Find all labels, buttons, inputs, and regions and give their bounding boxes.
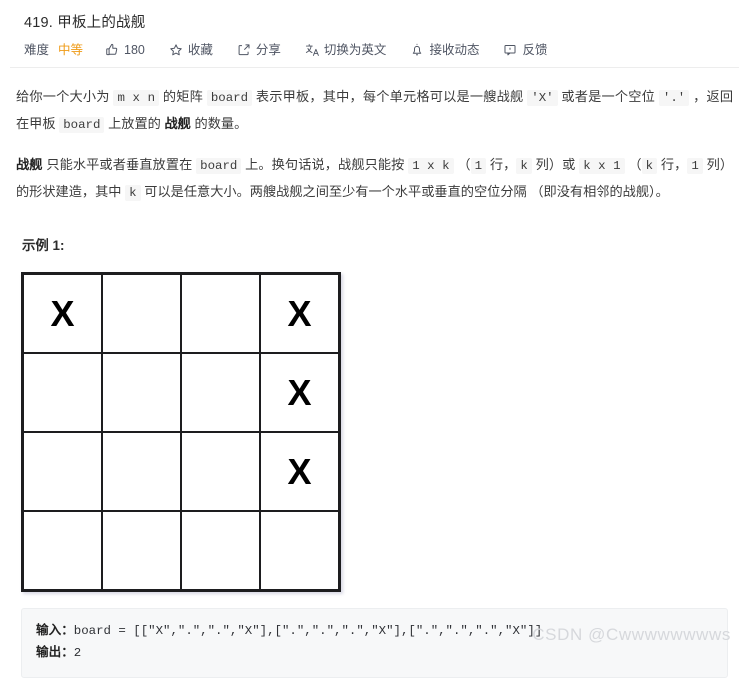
difficulty-label: 难度 bbox=[24, 42, 50, 57]
translate-label: 切换为英文 bbox=[323, 42, 387, 57]
board-grid: X X X X bbox=[21, 272, 341, 592]
desc2-text5: 列）或 bbox=[531, 157, 580, 172]
bell-icon bbox=[410, 43, 424, 57]
desc1-text2: 的矩阵 bbox=[159, 89, 207, 104]
like-button[interactable]: 180 bbox=[105, 43, 145, 57]
desc1-code4: '.' bbox=[658, 90, 690, 106]
desc2-code6: k bbox=[641, 158, 658, 174]
board-cell bbox=[101, 272, 182, 354]
favorite-button[interactable]: 收藏 bbox=[169, 43, 213, 57]
board-cell: X bbox=[259, 352, 341, 433]
feedback-label: 反馈 bbox=[522, 42, 548, 57]
feedback-button[interactable]: 反馈 bbox=[503, 43, 547, 57]
desc2-text3: （ bbox=[453, 157, 471, 172]
share-icon bbox=[237, 43, 251, 57]
action-toolbar: 难度 中等 180 收藏 分享 切换为英文 接收动态 反馈 bbox=[10, 32, 739, 57]
description-paragraph-2: 战舰 只能水平或者垂直放置在 board 上。换句话说，战舰只能按 1 x k … bbox=[16, 152, 733, 206]
board-cell bbox=[180, 510, 261, 592]
desc1-bold1: 战舰 bbox=[164, 116, 191, 131]
desc2-code8: k bbox=[125, 185, 141, 201]
page-title: 419. 甲板上的战舰 bbox=[24, 15, 146, 31]
desc1-text4: 或者是一个空位 bbox=[557, 89, 659, 104]
board-row: X bbox=[21, 431, 341, 512]
page-root: 419. 甲板上的战舰 难度 中等 180 收藏 分享 切换为英文 接收动态 反… bbox=[0, 0, 749, 678]
board-cell: X bbox=[259, 431, 341, 512]
desc2-text1: 只能水平或者垂直放置在 bbox=[42, 157, 197, 172]
board-row bbox=[21, 510, 341, 592]
example-output-line: 输出：2 bbox=[36, 642, 713, 664]
share-button[interactable]: 分享 bbox=[237, 43, 281, 57]
problem-description: 给你一个大小为 m x n 的矩阵 board 表示甲板，其中，每个单元格可以是… bbox=[10, 84, 739, 254]
desc2-text6: （ bbox=[624, 157, 642, 172]
thumbs-up-icon bbox=[105, 43, 119, 57]
desc2-text7: 行， bbox=[657, 157, 688, 172]
subscribe-button[interactable]: 接收动态 bbox=[410, 43, 479, 57]
desc2-text9: 可以是任意大小。两艘战舰之间至少有一个水平或垂直的空位分隔 （即没有相邻的战舰）… bbox=[140, 184, 669, 199]
share-label: 分享 bbox=[255, 42, 281, 57]
difficulty-badge: 难度 中等 bbox=[24, 44, 83, 57]
description-paragraph-1: 给你一个大小为 m x n 的矩阵 board 表示甲板，其中，每个单元格可以是… bbox=[16, 84, 733, 138]
feedback-icon bbox=[503, 43, 517, 57]
example-heading: 示例 1: bbox=[22, 238, 65, 253]
board-cell bbox=[21, 431, 103, 512]
desc1-text6: 上放置的 bbox=[104, 116, 165, 131]
board-cell: X bbox=[259, 272, 341, 354]
difficulty-value: 中等 bbox=[58, 42, 84, 57]
board-cell bbox=[180, 431, 261, 512]
board-cell bbox=[180, 272, 261, 354]
translate-icon bbox=[305, 43, 319, 57]
example-board-illustration: X X X X bbox=[21, 272, 739, 592]
desc1-code5: board bbox=[59, 117, 105, 133]
desc1-text7: 的数量。 bbox=[190, 116, 248, 131]
desc2-code5: k x 1 bbox=[579, 158, 625, 174]
desc2-code1: board bbox=[196, 158, 242, 174]
desc2-text4: 行， bbox=[486, 157, 517, 172]
desc1-code2: board bbox=[206, 90, 253, 106]
like-count: 180 bbox=[124, 42, 145, 57]
input-value: board = [["X",".",".","X"],[".",".",".",… bbox=[73, 624, 543, 638]
desc2-text2: 上。换句话说，战舰只能按 bbox=[241, 157, 409, 172]
desc1-text1: 给你一个大小为 bbox=[16, 89, 114, 104]
board-cell bbox=[101, 510, 182, 592]
board-cell bbox=[180, 352, 261, 433]
title-row: 419. 甲板上的战舰 bbox=[10, 0, 739, 32]
board-cell bbox=[21, 352, 103, 433]
desc1-code3: 'X' bbox=[527, 90, 558, 106]
csdn-watermark: CSDN @Cwwwwwwwws bbox=[532, 625, 731, 644]
board-cell bbox=[101, 352, 182, 433]
desc2-code3: 1 bbox=[470, 158, 487, 174]
subscribe-label: 接收动态 bbox=[429, 42, 480, 57]
output-value: 2 bbox=[73, 646, 82, 660]
star-icon bbox=[169, 43, 183, 57]
input-label: 输入： bbox=[36, 623, 74, 637]
board-cell bbox=[101, 431, 182, 512]
translate-button[interactable]: 切换为英文 bbox=[305, 42, 387, 57]
output-label: 输出： bbox=[36, 645, 74, 659]
board-row: X X bbox=[21, 272, 341, 354]
board-cell bbox=[259, 510, 341, 592]
desc2-code2: 1 x k bbox=[408, 158, 454, 174]
desc2-bold1: 战舰 bbox=[16, 157, 43, 172]
toolbar-divider bbox=[10, 67, 739, 68]
desc1-code1: m x n bbox=[113, 90, 160, 106]
desc2-code4: k bbox=[516, 158, 532, 174]
desc1-text3: 表示甲板，其中，每个单元格可以是一艘战舰 bbox=[252, 89, 528, 104]
board-row: X bbox=[21, 352, 341, 433]
board-cell bbox=[21, 510, 103, 592]
board-cell: X bbox=[21, 272, 103, 354]
favorite-label: 收藏 bbox=[187, 42, 213, 57]
desc2-code7: 1 bbox=[687, 158, 703, 174]
